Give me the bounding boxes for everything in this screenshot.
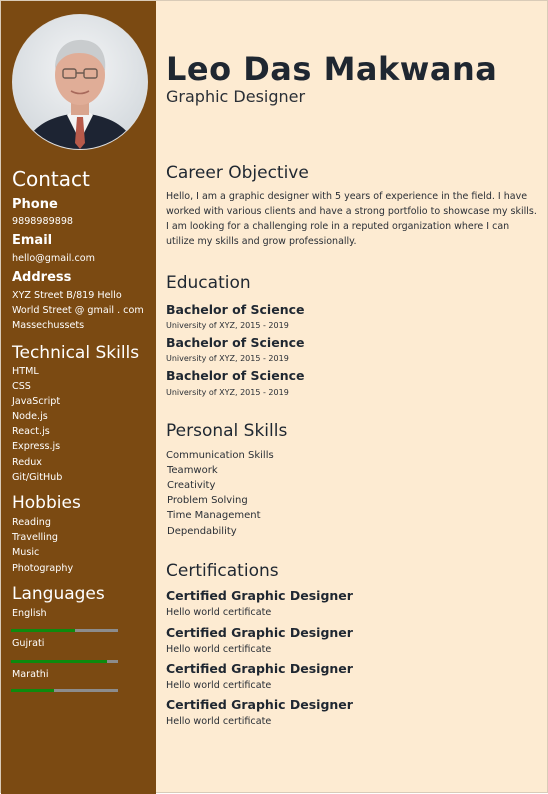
language-level-fill xyxy=(11,629,76,632)
education-heading: Education xyxy=(166,273,251,293)
certification-detail: Hello world certificate xyxy=(166,680,272,691)
education-detail: University of XYZ, 2015 - 2019 xyxy=(166,388,289,397)
technical-skill-item: CSS xyxy=(12,381,31,392)
technical-skill-item: HTML xyxy=(12,366,39,377)
language-level-bar xyxy=(11,689,118,692)
certification-title: Certified Graphic Designer xyxy=(166,625,353,640)
technical-skill-item: Express.js xyxy=(12,441,61,452)
education-detail: University of XYZ, 2015 - 2019 xyxy=(166,354,289,363)
certifications-heading: Certifications xyxy=(166,561,279,581)
address-line: Massechussets xyxy=(12,320,85,331)
technical-skill-item: React.js xyxy=(12,426,50,437)
personal-skill-item: Teamwork xyxy=(167,465,218,476)
technical-skill-item: Git/GitHub xyxy=(12,472,63,483)
profile-photo xyxy=(12,14,148,150)
career-objective-heading: Career Objective xyxy=(166,163,309,183)
certification-detail: Hello world certificate xyxy=(166,607,272,618)
technical-skill-item: JavaScript xyxy=(12,396,61,407)
personal-skill-item: Creativity xyxy=(167,480,216,491)
language-level-bar xyxy=(11,660,118,663)
education-detail: University of XYZ, 2015 - 2019 xyxy=(166,321,289,330)
education-degree: Bachelor of Science xyxy=(166,335,305,350)
contact-heading: Contact xyxy=(12,167,90,191)
personal-skill-item: Problem Solving xyxy=(167,495,248,506)
address-line: World Street @ gmail . com xyxy=(12,305,144,316)
language-name: Marathi xyxy=(12,669,49,680)
education-degree: Bachelor of Science xyxy=(166,368,305,383)
languages-heading: Languages xyxy=(12,584,105,604)
candidate-role: Graphic Designer xyxy=(166,87,306,106)
hobby-item: Reading xyxy=(12,517,51,528)
address-line: XYZ Street B/819 Hello xyxy=(12,290,122,301)
language-level-fill xyxy=(11,689,54,692)
certification-title: Certified Graphic Designer xyxy=(166,661,353,676)
language-level-fill xyxy=(11,660,108,663)
candidate-name: Leo Das Makwana xyxy=(166,50,498,88)
email-label: Email xyxy=(12,233,53,248)
language-name: Gujrati xyxy=(12,638,45,649)
personal-skill-item: Dependability xyxy=(167,526,237,537)
address-label: Address xyxy=(12,270,72,285)
phone-value: 9898989898 xyxy=(12,216,74,227)
certification-title: Certified Graphic Designer xyxy=(166,588,353,603)
hobbies-heading: Hobbies xyxy=(12,493,81,513)
technical-skills-heading: Technical Skills xyxy=(12,343,140,363)
technical-skill-item: Node.js xyxy=(12,411,48,422)
language-level-bar xyxy=(11,629,118,632)
portrait-image xyxy=(13,15,147,149)
personal-skills-heading: Personal Skills xyxy=(166,421,288,441)
personal-skill-item: Communication Skills xyxy=(166,450,274,461)
phone-label: Phone xyxy=(12,197,58,212)
personal-skill-item: Time Management xyxy=(167,510,261,521)
certification-title: Certified Graphic Designer xyxy=(166,697,353,712)
technical-skill-item: Redux xyxy=(12,457,42,468)
resume-page: Contact Phone 9898989898 Email hello@gma… xyxy=(0,0,548,794)
hobby-item: Photography xyxy=(12,563,74,574)
hobby-item: Music xyxy=(12,547,40,558)
hobby-item: Travelling xyxy=(12,532,59,543)
language-name: English xyxy=(12,608,47,619)
education-degree: Bachelor of Science xyxy=(166,302,305,317)
career-objective-text: Hello, I am a graphic designer with 5 ye… xyxy=(166,191,537,247)
sidebar: Contact Phone 9898989898 Email hello@gma… xyxy=(1,1,156,794)
certification-detail: Hello world certificate xyxy=(166,644,272,655)
certification-detail: Hello world certificate xyxy=(166,716,272,727)
email-value: hello@gmail.com xyxy=(12,253,95,264)
